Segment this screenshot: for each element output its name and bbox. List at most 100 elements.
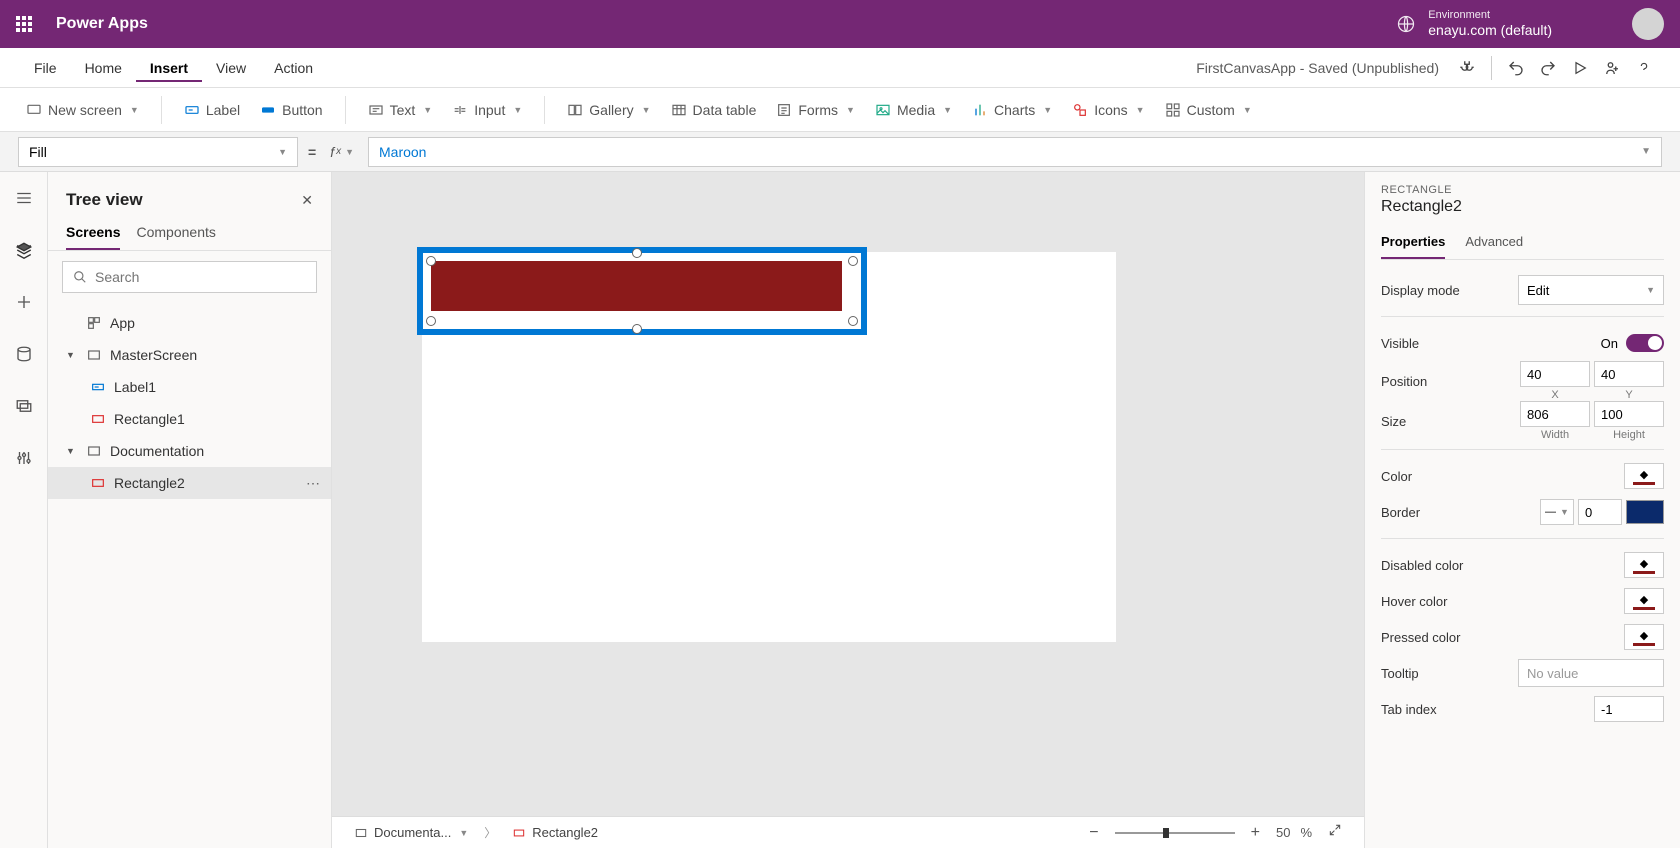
data-icon[interactable] [10,340,38,368]
environment-label: Environment [1428,9,1552,22]
tree-view-title: Tree view [66,190,143,210]
prop-position-label: Position [1381,374,1427,389]
property-selector[interactable]: Fill ▼ [18,137,298,167]
zoom-slider[interactable] [1115,832,1235,834]
position-y-input[interactable] [1594,361,1664,387]
tree-item-rectangle1[interactable]: Rectangle1 [48,403,331,435]
button-button[interactable]: Button [252,98,330,122]
selection-box[interactable] [417,247,867,335]
play-icon[interactable] [1564,52,1596,84]
menu-file[interactable]: File [20,54,71,82]
tree-search[interactable] [62,261,317,293]
ribbon-label: Text [390,102,416,118]
canvas-area[interactable]: Documenta... ▼ 〉 Rectangle2 − + 50 % [332,172,1364,848]
tooltip-input[interactable]: No value [1518,659,1664,687]
rectangle2-shape[interactable] [431,261,842,311]
expand-icon[interactable]: ▼ [1641,146,1651,157]
resize-handle[interactable] [632,248,642,258]
charts-button[interactable]: Charts▼ [964,98,1060,122]
ribbon-label: Custom [1187,102,1235,118]
search-input[interactable] [95,269,306,285]
size-height-input[interactable] [1594,401,1664,427]
pressed-color-picker[interactable]: ◆ [1624,624,1664,650]
datatable-button[interactable]: Data table [663,98,765,122]
tooltip-placeholder: No value [1527,666,1578,681]
zoom-out-button[interactable]: − [1083,824,1104,842]
undo-icon[interactable] [1500,52,1532,84]
tab-advanced[interactable]: Advanced [1465,228,1523,259]
resize-handle[interactable] [426,256,436,266]
app-checker-icon[interactable] [1451,52,1483,84]
gallery-icon [567,102,583,118]
rect-icon [512,826,526,840]
breadcrumb-element[interactable]: Rectangle2 [506,821,604,845]
tools-icon[interactable] [10,444,38,472]
environment-selector[interactable]: Environment enayu.com (default) [1396,9,1552,39]
chevron-down-icon[interactable]: ▼ [66,350,78,360]
zoom-in-button[interactable]: + [1245,824,1266,842]
status-bar: Documenta... ▼ 〉 Rectangle2 − + 50 % [332,816,1364,848]
more-icon[interactable]: ⋯ [306,475,321,492]
tree-label: Documentation [110,443,204,459]
icons-button[interactable]: Icons▼ [1064,98,1152,122]
tree-label: Rectangle1 [114,411,185,427]
custom-button[interactable]: Custom▼ [1157,98,1260,122]
position-x-input[interactable] [1520,361,1590,387]
user-avatar[interactable] [1632,8,1664,40]
border-width-input[interactable] [1578,499,1622,525]
color-picker[interactable]: ◆ [1624,463,1664,489]
prop-size-label: Size [1381,414,1406,429]
share-icon[interactable] [1596,52,1628,84]
tabindex-input[interactable] [1594,696,1664,722]
tree-item-rectangle2[interactable]: Rectangle2 ⋯ [48,467,331,499]
border-color-picker[interactable] [1626,500,1664,524]
forms-button[interactable]: Forms▼ [768,98,863,122]
breadcrumb-screen[interactable]: Documenta... ▼ [348,821,474,845]
gallery-button[interactable]: Gallery▼ [559,98,658,122]
input-button[interactable]: Input▼ [444,98,530,122]
tree-item-documentation[interactable]: ▼ Documentation [48,435,331,467]
media-rail-icon[interactable] [10,392,38,420]
menu-home[interactable]: Home [71,54,136,82]
new-screen-button[interactable]: New screen▼ [18,98,147,122]
screen-icon [26,102,42,118]
text-button[interactable]: Text▼ [360,98,441,122]
disabled-color-picker[interactable]: ◆ [1624,552,1664,578]
tab-components[interactable]: Components [136,216,215,250]
hover-color-picker[interactable]: ◆ [1624,588,1664,614]
redo-icon[interactable] [1532,52,1564,84]
tab-properties[interactable]: Properties [1381,228,1445,259]
tree-view-icon[interactable] [10,236,38,264]
formula-input[interactable]: Maroon ▼ [368,137,1662,167]
tree-item-label1[interactable]: Label1 [48,371,331,403]
canvas-screen[interactable] [422,252,1116,642]
label-button[interactable]: Label [176,98,248,122]
resize-handle[interactable] [848,316,858,326]
chevron-down-icon[interactable]: ▼ [66,446,78,456]
menu-insert[interactable]: Insert [136,54,202,82]
menu-action[interactable]: Action [260,54,327,82]
resize-handle[interactable] [632,324,642,334]
add-icon[interactable] [10,288,38,316]
waffle-icon[interactable] [8,8,40,40]
media-button[interactable]: Media▼ [867,98,960,122]
w-sublabel: Width [1541,429,1569,441]
visible-toggle[interactable] [1626,334,1664,352]
hamburger-icon[interactable] [10,184,38,212]
size-width-input[interactable] [1520,401,1590,427]
resize-handle[interactable] [426,316,436,326]
screen-icon [354,826,368,840]
resize-handle[interactable] [848,256,858,266]
close-icon[interactable]: ✕ [301,192,313,209]
tab-screens[interactable]: Screens [66,216,120,250]
border-style-select[interactable]: — ▼ [1540,499,1574,525]
environment-icon [1396,14,1416,34]
product-name: Power Apps [56,15,148,33]
help-icon[interactable] [1628,52,1660,84]
menu-view[interactable]: View [202,54,260,82]
tree-item-masterscreen[interactable]: ▼ MasterScreen [48,339,331,371]
fit-screen-icon[interactable] [1322,823,1348,842]
fx-label[interactable]: fx▼ [326,144,358,160]
display-mode-select[interactable]: Edit ▼ [1518,275,1664,305]
tree-item-app[interactable]: App [48,307,331,339]
